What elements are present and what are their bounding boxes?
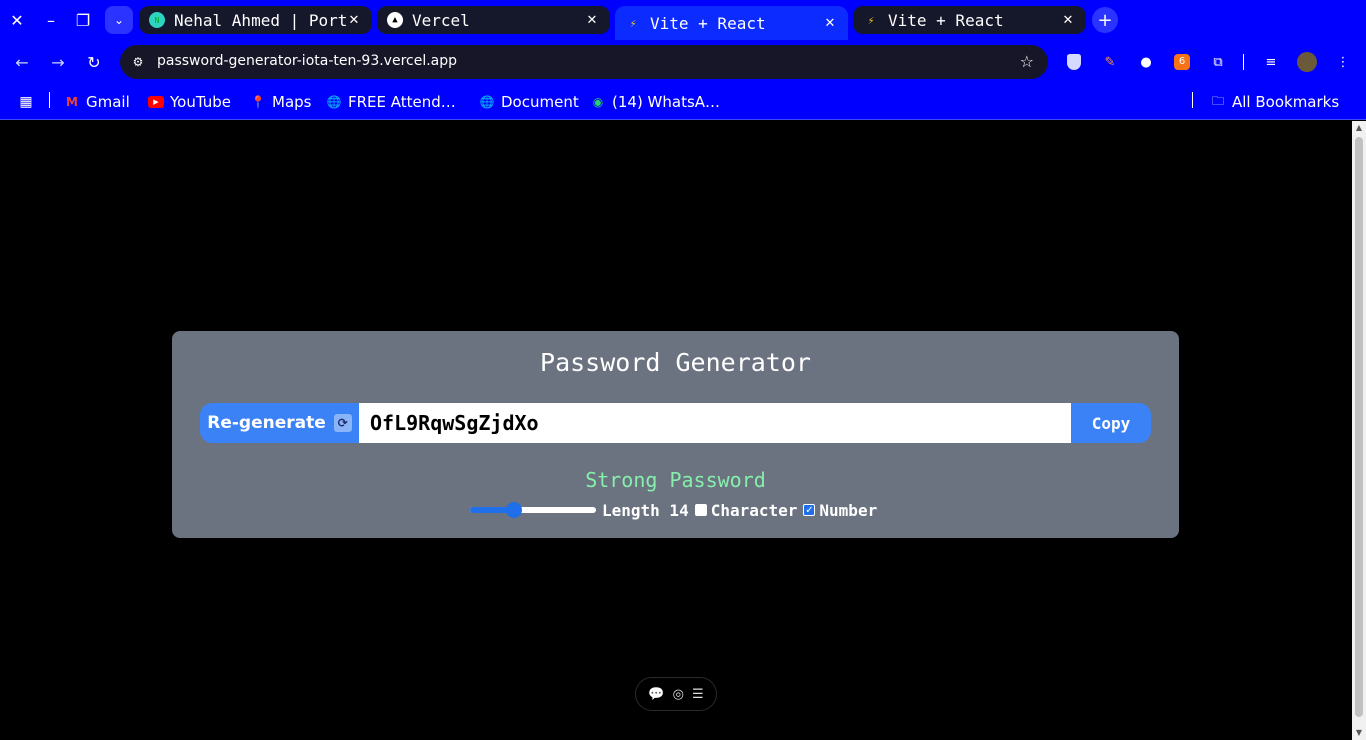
bookmarks-bar: ▦ M Gmail ▶ YouTube 📍 Maps 🌐 FREE Attend… 🌐 D… [0,84,1366,120]
vite-favicon-icon: ⚡ [867,13,875,27]
page-content: Password Generator Re-generate ⟳ OfL9Rqw… [0,121,1352,740]
maps-icon: 📍 [250,95,266,109]
address-bar[interactable]: ⚙ password-generator-iota-ten-93.vercel.… [120,45,1048,79]
scroll-down-icon[interactable]: ▼ [1355,729,1363,737]
globe-icon: 🌐 [479,95,495,109]
restore-icon[interactable]: ❐ [71,8,95,32]
floating-toolbar: 💬 ◎ ☰ [635,677,717,711]
length-label: Length 14 [602,500,689,520]
character-checkbox[interactable] [694,504,707,516]
all-bookmarks-button[interactable]: 🗀 All Bookmarks [1210,91,1339,113]
close-window-icon[interactable]: ✕ [5,8,29,32]
brave-extension-icon[interactable]: 6 [1172,52,1192,72]
folder-icon: 🗀 [1211,93,1224,108]
portfolio-favicon-icon: N [149,12,165,28]
password-generator-card: Password Generator Re-generate ⟳ OfL9Rqw… [172,331,1179,538]
bookmark-label: Gmail [86,93,130,111]
all-bookmarks-label: All Bookmarks [1232,93,1340,111]
bookmark-label: Document [501,93,579,111]
browser-toolbar: ← → ↻ ⚙ password-generator-iota-ten-93.v… [0,40,1366,84]
bookmark-free-attend[interactable]: 🌐 FREE Attend… [326,91,456,113]
list-settings-icon[interactable]: ☰ [692,687,704,702]
copy-button[interactable]: Copy [1071,403,1151,443]
site-info-icon[interactable]: ⚙ [129,53,147,71]
tab-vite-react-active[interactable]: ⚡ Vite + React ✕ [615,6,848,40]
shield-extension-icon[interactable] [1064,52,1084,72]
tab-portfolio[interactable]: N Nehal Ahmed | Portf ✕ [139,6,372,34]
number-checkbox[interactable]: ✓ [803,504,816,516]
regenerate-label: Re-generate [207,413,326,433]
page-scrollbar[interactable]: ▲ ▼ [1352,121,1366,740]
tab-vite-react[interactable]: ⚡ Vite + React ✕ [853,6,1086,34]
vercel-favicon-icon: ▲ [387,12,403,28]
regenerate-button[interactable]: Re-generate ⟳ [200,403,359,443]
tab-search-icon[interactable]: ⌄ [105,6,133,34]
tab-title: Nehal Ahmed | Portf [174,10,346,30]
pen-extension-icon[interactable]: ✎ [1100,52,1120,72]
bookmark-document[interactable]: 🌐 Document [479,91,579,113]
whatsapp-icon: ◉ [592,95,604,109]
reload-icon[interactable]: ↻ [82,50,106,74]
profile-avatar[interactable] [1297,52,1317,72]
minimize-icon[interactable]: – [39,8,63,32]
number-label[interactable]: Number [819,501,877,520]
back-icon[interactable]: ← [10,50,34,74]
toggle-icon[interactable]: ◎ [673,687,684,702]
bomb-extension-icon[interactable]: ● [1136,52,1156,72]
bookmark-whatsapp[interactable]: ◉ (14) WhatsA… [590,91,720,113]
close-tab-icon[interactable]: ✕ [1060,13,1076,28]
bookmark-label: Maps [272,93,312,111]
close-tab-icon[interactable]: ✕ [584,13,600,28]
new-tab-button[interactable]: + [1092,7,1118,33]
bookmark-star-icon[interactable]: ☆ [1020,52,1034,71]
tab-title: Vite + React [650,13,766,33]
password-field[interactable]: OfL9RqwSgZjdXo [359,403,1071,443]
bookmark-gmail[interactable]: M Gmail [64,91,130,113]
refresh-icon: ⟳ [333,414,352,432]
strength-label: Strong Password [585,468,766,492]
extensions-puzzle-icon[interactable]: ⧉ [1208,52,1228,72]
bookmark-label: YouTube [170,93,231,111]
scroll-up-icon[interactable]: ▲ [1355,124,1363,132]
bookmarks-divider [1192,92,1193,108]
bookmarks-divider [49,92,50,108]
slider-knob[interactable] [506,502,522,518]
toolbar-divider [1243,54,1244,70]
character-label[interactable]: Character [711,501,798,520]
menu-kebab-icon[interactable]: ⋮ [1333,52,1353,72]
gmail-icon: M [66,95,78,109]
tab-title: Vercel [412,10,470,30]
tab-title: Vite + React [888,10,1004,30]
url-text[interactable]: password-generator-iota-ten-93.vercel.ap… [157,53,457,69]
apps-grid-icon[interactable]: ▦ [18,91,34,113]
scrollbar-thumb[interactable] [1355,137,1363,717]
page-title: Password Generator [540,348,811,377]
globe-icon: 🌐 [326,95,342,109]
youtube-icon: ▶ [148,96,164,108]
length-slider[interactable] [470,502,596,518]
bookmark-maps[interactable]: 📍 Maps [250,91,312,113]
forward-icon[interactable]: → [46,50,70,74]
comment-icon[interactable]: 💬 [648,687,664,702]
tab-strip: ✕ – ❐ ⌄ N Nehal Ahmed | Portf ✕ ▲ Vercel… [0,0,1366,40]
media-controls-icon[interactable]: ≡ [1261,52,1281,72]
tab-vercel[interactable]: ▲ Vercel ✕ [377,6,610,34]
bookmark-label: FREE Attend… [348,93,456,111]
close-tab-icon[interactable]: ✕ [822,16,838,31]
bookmark-label: (14) WhatsA… [612,93,721,111]
vite-favicon-icon: ⚡ [629,16,637,30]
bookmark-youtube[interactable]: ▶ YouTube [148,91,231,113]
options-row: Length 14 Character ✓ Number [470,499,877,521]
close-tab-icon[interactable]: ✕ [346,13,362,28]
